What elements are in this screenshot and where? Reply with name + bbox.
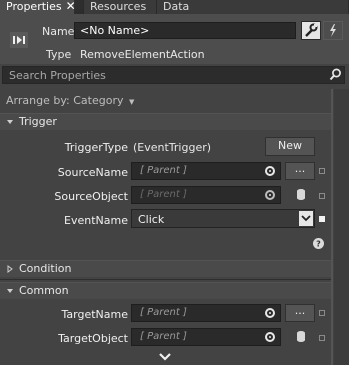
wrench-icon: [305, 23, 318, 37]
event-name-dropdown[interactable]: Click: [131, 209, 315, 228]
chevron-down-icon[interactable]: [158, 352, 172, 362]
target-name-field[interactable]: [ Parent ]: [131, 304, 281, 322]
arrange-by-label: Arrange by: Category: [6, 94, 124, 107]
events-mode-button[interactable]: [323, 21, 343, 40]
section-title: Condition: [19, 262, 72, 275]
lightning-icon: [330, 24, 336, 37]
advanced-options-marker[interactable]: [319, 193, 325, 199]
triangle-right-icon: [7, 265, 13, 273]
advanced-options-marker[interactable]: [319, 335, 325, 341]
type-label: Type: [46, 48, 72, 61]
tab-properties[interactable]: Properties ✕: [0, 0, 76, 14]
target-object-field[interactable]: [ Parent ]: [131, 328, 281, 346]
field-value: [ Parent ]: [140, 307, 187, 318]
properties-mode-button[interactable]: [301, 21, 321, 40]
field-value: [ Parent ]: [140, 165, 187, 176]
search-input[interactable]: Search Properties: [2, 66, 345, 84]
target-picker-icon[interactable]: [265, 332, 275, 342]
browse-button[interactable]: ...: [285, 162, 315, 180]
target-picker-icon[interactable]: [265, 166, 275, 176]
new-trigger-button[interactable]: New: [265, 137, 315, 156]
cylinder-icon[interactable]: [296, 188, 306, 201]
name-label: Name: [42, 25, 75, 38]
close-icon[interactable]: ✕: [66, 0, 76, 13]
triangle-down-icon: [7, 289, 13, 293]
field-value: [ Parent ]: [140, 189, 187, 200]
section-header-common[interactable]: Common: [0, 282, 331, 299]
target-picker-icon[interactable]: [265, 308, 275, 318]
search-icon[interactable]: [329, 68, 342, 81]
source-object-field[interactable]: [ Parent ]: [131, 186, 281, 204]
section-title: Trigger: [19, 115, 57, 128]
triangle-down-icon: ▼: [128, 98, 135, 106]
name-input[interactable]: <No Name>: [74, 22, 296, 39]
target-name-label: TargetName: [61, 308, 128, 321]
target-object-label: TargetObject: [58, 332, 128, 345]
triangle-down-icon: [7, 120, 13, 124]
svg-text:?: ?: [316, 240, 321, 249]
section-title: Common: [19, 284, 69, 297]
tab-resources[interactable]: Resources: [83, 0, 156, 14]
help-icon[interactable]: ?: [313, 238, 324, 249]
dropdown-value: Click: [138, 213, 165, 226]
section-header-trigger[interactable]: Trigger: [0, 113, 331, 130]
browse-button[interactable]: ...: [285, 304, 315, 322]
source-object-label: SourceObject: [54, 190, 128, 203]
advanced-options-marker[interactable]: [319, 216, 325, 222]
advanced-options-marker[interactable]: [319, 168, 325, 174]
tab-label: Properties: [6, 0, 62, 13]
trigger-type-value: (EventTrigger): [133, 141, 212, 154]
target-picker-icon[interactable]: [265, 190, 275, 200]
tab-label: Data: [163, 0, 190, 13]
chevron-down-icon[interactable]: [299, 211, 313, 226]
tab-label: Resources: [90, 0, 147, 13]
arrange-by-dropdown[interactable]: Arrange by: Category ▼: [6, 94, 134, 107]
field-value: [ Parent ]: [140, 331, 187, 342]
section-header-condition[interactable]: Condition: [0, 260, 331, 277]
type-value: RemoveElementAction: [80, 48, 205, 61]
event-name-label: EventName: [64, 214, 128, 227]
source-name-label: SourceName: [57, 166, 128, 179]
advanced-options-marker[interactable]: [319, 310, 325, 316]
tab-data[interactable]: Data: [156, 0, 348, 14]
cylinder-icon[interactable]: [296, 330, 306, 343]
panel-divider: [331, 89, 333, 365]
element-icon: [10, 32, 28, 48]
trigger-type-label: TriggerType: [64, 141, 128, 154]
section-separator: [0, 279, 331, 280]
scrollbar[interactable]: [334, 89, 349, 365]
source-name-field[interactable]: [ Parent ]: [131, 162, 281, 180]
